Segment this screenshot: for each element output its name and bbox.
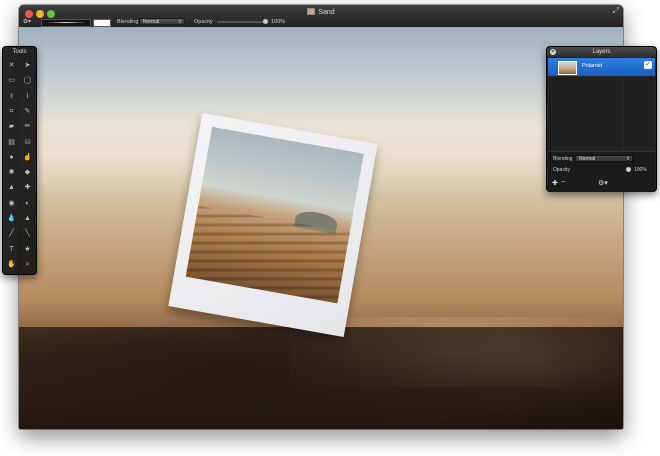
add-layer-icon[interactable]: ✚ bbox=[552, 179, 558, 187]
paint-bucket-icon[interactable]: ⛁ bbox=[21, 136, 34, 149]
brush-preview[interactable] bbox=[41, 19, 91, 27]
stamp-icon[interactable]: ▲ bbox=[5, 181, 18, 194]
opacity-label: Opacity bbox=[194, 19, 213, 25]
sharpen-icon[interactable]: ◆ bbox=[21, 166, 34, 179]
burn-icon[interactable]: ▲ bbox=[21, 212, 34, 225]
heal-icon[interactable]: ✚ bbox=[21, 181, 34, 194]
layer-blending-label: Blending bbox=[553, 156, 573, 162]
ellipse-select-icon[interactable]: ◯ bbox=[21, 74, 34, 87]
blur-icon[interactable]: ✺ bbox=[5, 166, 18, 179]
blending-select[interactable]: Normal ⇕ bbox=[139, 18, 185, 25]
fullscreen-icon[interactable]: ⤢ bbox=[613, 6, 619, 16]
layer-opacity-value: 100% bbox=[634, 167, 647, 173]
layers-panel-title: Layers bbox=[592, 49, 611, 55]
rect-select-icon[interactable]: ▭ bbox=[5, 74, 18, 87]
window-title-text: Sand bbox=[318, 9, 335, 16]
chevron-updown-icon: ⇕ bbox=[625, 156, 630, 162]
hand-icon[interactable]: ✋ bbox=[5, 258, 18, 271]
lasso-icon[interactable]: ℓ bbox=[5, 90, 18, 103]
title-bar: Sand ⤢ ✿▾ Blending Normal ⇕ Opacity 100% bbox=[19, 5, 623, 28]
eyedropper-icon[interactable]: ✎ bbox=[21, 105, 34, 118]
polaroid-photo bbox=[168, 113, 378, 337]
tool-preset-icon[interactable]: ✿▾ bbox=[23, 18, 31, 25]
polaroid-image bbox=[185, 126, 364, 304]
document-icon bbox=[307, 8, 316, 15]
pencil-icon[interactable]: ✏ bbox=[21, 120, 34, 133]
layer-visibility-checkbox[interactable]: ✓ bbox=[644, 61, 652, 69]
pointer-icon[interactable]: ➤ bbox=[21, 59, 34, 72]
window-title: Sand bbox=[19, 8, 623, 16]
layer-thumbnail bbox=[558, 61, 577, 75]
opacity-value: 100% bbox=[271, 19, 286, 25]
color-swatch[interactable] bbox=[93, 19, 111, 27]
line-icon[interactable]: ╲ bbox=[21, 227, 34, 240]
blending-label: Blending bbox=[117, 19, 139, 25]
remove-layer-icon[interactable]: − bbox=[561, 179, 565, 186]
app-window: Sand ⤢ ✿▾ Blending Normal ⇕ Opacity 100% bbox=[19, 5, 623, 429]
tools-panel-title: Tools bbox=[12, 49, 27, 55]
image-canvas[interactable] bbox=[19, 27, 623, 429]
layer-opacity-knob[interactable] bbox=[626, 167, 631, 172]
zoom-icon[interactable]: ⌕ bbox=[21, 258, 34, 271]
pen-icon[interactable]: ╱ bbox=[5, 227, 18, 240]
layer-blending-select[interactable]: Normal ⇕ bbox=[575, 155, 633, 162]
x-icon[interactable]: ✕ bbox=[5, 59, 18, 72]
layer-row[interactable]: Polaroid ✓ bbox=[548, 58, 655, 76]
text-icon[interactable]: T bbox=[5, 243, 18, 256]
layers-list-area bbox=[548, 77, 655, 151]
opacity-slider[interactable] bbox=[217, 21, 265, 23]
layer-opacity-label: Opacity bbox=[553, 167, 570, 173]
layer-name: Polaroid bbox=[582, 63, 603, 69]
opacity-slider-knob[interactable] bbox=[263, 19, 268, 24]
canvas-shadow bbox=[19, 327, 623, 429]
layers-footer: Blending Normal ⇕ Opacity 100% ✚ − ⚙▾ bbox=[548, 151, 655, 192]
brush-icon[interactable]: ● bbox=[5, 151, 18, 164]
layer-settings-gear-icon[interactable]: ⚙▾ bbox=[598, 179, 608, 187]
layers-panel: ✕ Layers Polaroid ✓ Blending Normal ⇕ Opa… bbox=[546, 46, 657, 192]
chevron-updown-icon: ⇕ bbox=[177, 19, 182, 25]
layers-panel-header: ✕ Layers bbox=[547, 47, 656, 57]
drop-icon[interactable]: 💧 bbox=[5, 212, 18, 225]
layer-blending-value: Normal bbox=[579, 156, 596, 162]
red-eye-icon[interactable]: ◉ bbox=[5, 197, 18, 210]
eraser-icon[interactable]: ▰ bbox=[5, 120, 18, 133]
smudge-icon[interactable]: ☝ bbox=[21, 151, 34, 164]
tools-panel: Tools ✕ ➤ ▭ ◯ ℓ ⌇ ⌗ ✎ ▰ ✏ ▤ ⛁ ● ☝ ✺ ◆ ▲ ✚ ◉ ◐ 💧 ▲ ╱ ╲ T ★ ✋ ⌕ bbox=[2, 46, 37, 275]
shape-icon[interactable]: ★ bbox=[21, 243, 34, 256]
dodge-icon[interactable]: ◐ bbox=[21, 197, 34, 210]
crop-icon[interactable]: ⌗ bbox=[5, 105, 18, 118]
polygon-lasso-icon[interactable]: ⌇ bbox=[21, 90, 34, 103]
gradient-icon[interactable]: ▤ bbox=[5, 136, 18, 149]
options-toolbar: ✿▾ Blending Normal ⇕ Opacity 100% bbox=[19, 17, 623, 27]
blending-select-value: Normal bbox=[143, 19, 160, 25]
